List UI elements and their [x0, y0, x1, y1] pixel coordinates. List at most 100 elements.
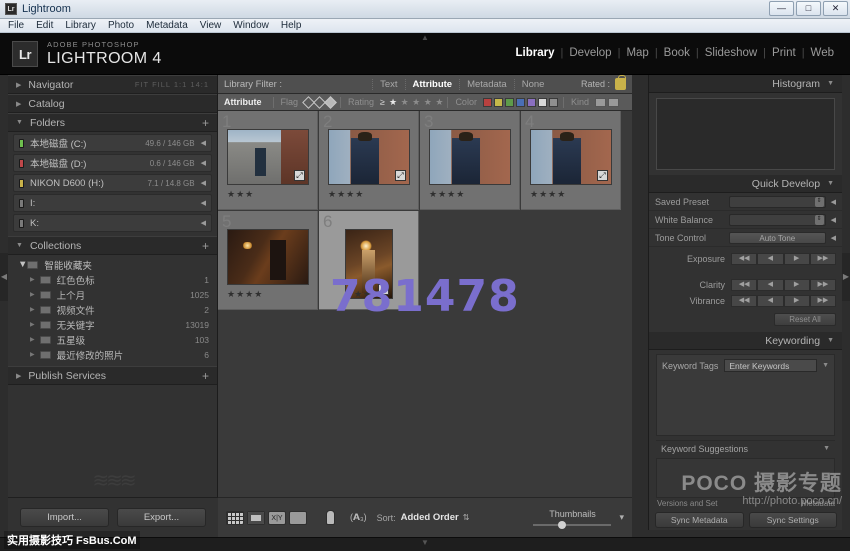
filter-tab-none[interactable]: None [514, 79, 552, 90]
minimize-button[interactable]: — [769, 1, 794, 16]
menu-metadata[interactable]: Metadata [146, 20, 188, 31]
chevron-left-icon[interactable]: ◀ [201, 219, 206, 227]
sort-az-icon[interactable]: (𝗔₃) [350, 512, 367, 523]
flag-reject-icon[interactable] [324, 96, 337, 109]
module-map[interactable]: Map [620, 47, 654, 59]
cell-star-rating[interactable]: ★★★★ [227, 289, 263, 300]
module-print[interactable]: Print [766, 47, 802, 59]
chevron-left-icon[interactable]: ◀ [831, 198, 836, 206]
import-button[interactable]: Import... [20, 508, 109, 527]
identity-plate[interactable]: Lr ADOBE PHOTOSHOP LIGHTROOM 4 [12, 40, 162, 68]
crop-badge-icon[interactable]: ⤢ [395, 170, 406, 181]
color-swatch-yellow[interactable] [494, 98, 503, 107]
publish-services-panel-header[interactable]: ▶ Publish Services + [8, 366, 217, 385]
sort-value[interactable]: Added Order [401, 512, 459, 523]
loupe-view-icon[interactable] [247, 511, 265, 525]
thumbnail-image[interactable]: ⤢ [227, 129, 309, 185]
rating-star-icon[interactable]: ★ [412, 97, 420, 107]
module-book[interactable]: Book [658, 47, 696, 59]
topbar-collapse-arrow[interactable]: ▲ [421, 33, 429, 42]
exposure-decrease-large[interactable]: ◀◀ [731, 253, 757, 265]
filter-tab-metadata[interactable]: Metadata [459, 79, 514, 90]
list-item[interactable]: ▶ 无关键字 13019 [8, 317, 217, 332]
kind-video-icon[interactable] [608, 98, 619, 107]
cell-star-rating[interactable]: ★★★★ [328, 189, 364, 200]
vibrance-decrease-small[interactable]: ◀ [757, 295, 783, 307]
chevron-left-icon[interactable]: ◀ [831, 234, 836, 242]
menu-photo[interactable]: Photo [108, 20, 134, 31]
white-balance-dropdown[interactable]: ⇕ [729, 214, 826, 226]
histogram-panel-header[interactable]: Histogram ▼ [649, 75, 842, 93]
crop-badge-icon[interactable]: ⤢ [597, 170, 608, 181]
thumbnail-image[interactable]: ⤢ [530, 129, 612, 185]
chevron-left-icon[interactable]: ◀ [831, 216, 836, 224]
module-slideshow[interactable]: Slideshow [699, 47, 763, 59]
add-folder-icon[interactable]: + [202, 118, 209, 128]
thumbnails-size-slider[interactable]: Thumbnails [533, 509, 611, 526]
color-swatch-purple[interactable] [527, 98, 536, 107]
menu-window[interactable]: Window [233, 20, 269, 31]
clarity-decrease-large[interactable]: ◀◀ [731, 279, 757, 291]
saved-preset-row[interactable]: Saved Preset ⇕ ◀ [649, 193, 842, 211]
grid-view-icon[interactable] [226, 511, 244, 525]
spray-can-icon[interactable] [326, 510, 335, 525]
vibrance-increase-large[interactable]: ▶▶ [810, 295, 836, 307]
menu-library[interactable]: Library [65, 20, 96, 31]
color-swatch-red[interactable] [483, 98, 492, 107]
color-swatch-white[interactable] [538, 98, 547, 107]
keywording-panel-header[interactable]: Keywording ▼ [649, 332, 842, 350]
chevron-down-icon[interactable]: ▼ [822, 362, 829, 369]
chevron-left-icon[interactable]: ◀ [201, 199, 206, 207]
keyword-suggestions-header[interactable]: Keyword Suggestions ▼ [656, 440, 835, 456]
thumbnail-image[interactable] [227, 229, 309, 285]
reset-all-button[interactable]: Reset All [774, 313, 836, 326]
cell-star-rating[interactable]: ★★★★ [429, 189, 465, 200]
rating-operator[interactable]: ≥ [380, 97, 385, 107]
navigator-panel-header[interactable]: ▶ Navigator FIT FILL 1:1 14:1 [8, 75, 217, 94]
lock-icon[interactable] [615, 78, 626, 90]
exposure-decrease-small[interactable]: ◀ [757, 253, 783, 265]
menu-file[interactable]: File [8, 20, 24, 31]
folder-row[interactable]: 本地磁盘 (D:) 0.6 / 146 GB ◀ [13, 154, 212, 172]
survey-view-icon[interactable] [289, 511, 307, 525]
export-button[interactable]: Export... [117, 508, 206, 527]
folder-row[interactable]: NIKON D600 (H:) 7.1 / 14.8 GB ◀ [13, 174, 212, 192]
kind-photo-icon[interactable] [595, 98, 606, 107]
add-collection-icon[interactable]: + [202, 241, 209, 251]
folder-row[interactable]: I: ◀ [13, 194, 212, 212]
maximize-button[interactable]: □ [796, 1, 821, 16]
folder-row[interactable]: 本地磁盘 (C:) 49.6 / 146 GB ◀ [13, 134, 212, 152]
filter-tab-text[interactable]: Text [372, 79, 404, 90]
white-balance-row[interactable]: White Balance ⇕ ◀ [649, 211, 842, 229]
tone-control-row[interactable]: Tone Control Auto Tone ◀ [649, 229, 842, 247]
thumbnail-image[interactable]: ⤢ [328, 129, 410, 185]
compare-view-icon[interactable]: X|Y [268, 511, 286, 525]
color-swatch-blue[interactable] [516, 98, 525, 107]
filmstrip-collapse-arrow[interactable]: ▼ [421, 538, 429, 547]
folder-row[interactable]: K: ◀ [13, 214, 212, 232]
folders-panel-header[interactable]: ▼ Folders + [8, 113, 217, 132]
module-web[interactable]: Web [805, 47, 840, 59]
sort-direction-icon[interactable]: ⇅ [463, 513, 470, 522]
auto-tone-button[interactable]: Auto Tone [729, 232, 826, 244]
slider-track[interactable] [533, 524, 611, 526]
right-panel-collapse-arrow[interactable]: ▶ [842, 253, 850, 301]
list-item[interactable]: ▶ 上个月 1025 [8, 287, 217, 302]
saved-preset-dropdown[interactable]: ⇕ [729, 196, 826, 208]
color-swatch-green[interactable] [505, 98, 514, 107]
chevron-left-icon[interactable]: ◀ [201, 139, 206, 147]
rating-star-icon[interactable]: ★ [424, 97, 432, 107]
menu-help[interactable]: Help [281, 20, 302, 31]
clarity-increase-large[interactable]: ▶▶ [810, 279, 836, 291]
grid-cell[interactable]: 2 ⤢ ★★★★ [319, 111, 419, 210]
rating-star-icon[interactable]: ★ [389, 97, 397, 107]
grid-cell[interactable]: 3 ★★★★ [420, 111, 520, 210]
clarity-decrease-small[interactable]: ◀ [757, 279, 783, 291]
list-item[interactable]: ▶ 五星级 103 [8, 332, 217, 347]
module-library[interactable]: Library [510, 47, 561, 59]
exposure-increase-small[interactable]: ▶ [784, 253, 810, 265]
stepper-icon[interactable]: ⇕ [815, 197, 824, 207]
grid-cell[interactable]: 5 ★★★★ [218, 211, 318, 310]
left-panel-collapse-arrow[interactable]: ◀ [0, 253, 8, 301]
list-item[interactable]: ▶ 红色色标 1 [8, 272, 217, 287]
